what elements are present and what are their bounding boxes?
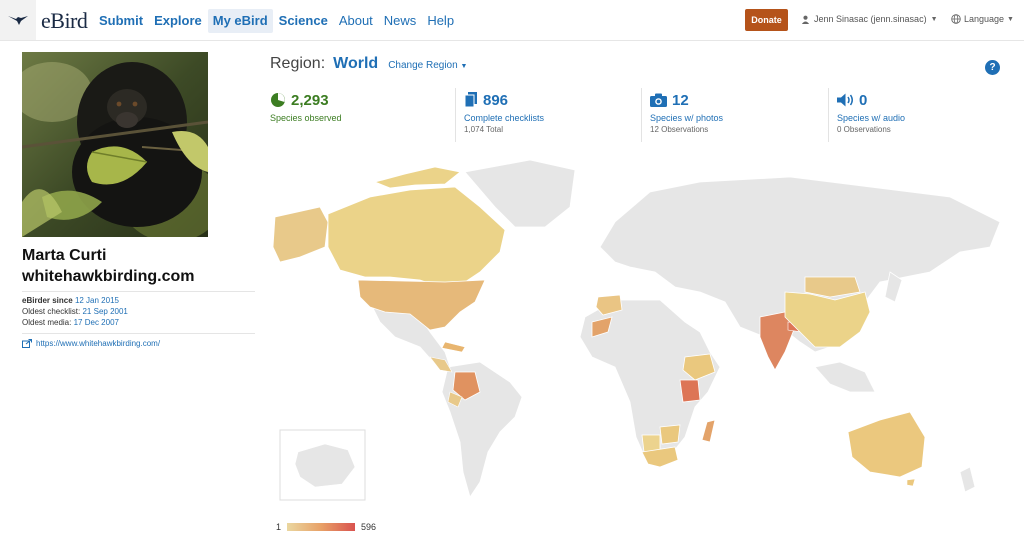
map-usa: [357, 279, 486, 331]
nav-about[interactable]: About: [334, 9, 378, 33]
map-canada-islands: [373, 166, 461, 189]
ebird-logo-icon[interactable]: [0, 0, 36, 40]
map-canada: [327, 186, 506, 288]
map-kenya: [679, 379, 701, 403]
map-madagascar: [701, 419, 716, 443]
language-label: Language: [964, 14, 1005, 24]
speaker-icon: [837, 93, 853, 107]
globe-icon: [951, 14, 961, 24]
checklist-icon: [464, 92, 477, 108]
nav-help[interactable]: Help: [422, 9, 459, 33]
audio-count: 0: [859, 91, 868, 109]
profile-photo: [22, 52, 208, 237]
ebirder-since: eBirder since 12 Jan 2015: [22, 296, 119, 305]
species-label: Species observed: [270, 113, 342, 123]
species-count: 2,293: [291, 91, 329, 109]
website-url: https://www.whitehawkbirding.com/: [36, 339, 161, 348]
photo-observations: 12 Observations: [650, 125, 709, 134]
legend-min: 1: [276, 522, 282, 532]
oldest-media-link[interactable]: 17 Dec 2007: [74, 318, 119, 327]
divider: [22, 333, 255, 334]
map-tasmania: [906, 478, 916, 487]
nav-submit[interactable]: Submit: [94, 9, 148, 33]
chevron-down-icon: ▼: [1007, 15, 1014, 23]
user-icon: [801, 15, 810, 24]
website-link[interactable]: https://www.whitehawkbirding.com/: [22, 339, 160, 348]
stat-photos[interactable]: 12 Species w/ photos 12 Observations: [641, 88, 827, 142]
stats-row: 2,293 Species observed 896 Complete chec…: [262, 88, 1008, 142]
top-navigation-bar: eBird Submit Explore My eBird Science Ab…: [0, 0, 1024, 41]
map-alaska: [272, 206, 329, 263]
main-nav: Submit Explore My eBird Science About Ne…: [94, 9, 460, 33]
external-link-icon: [22, 339, 32, 348]
oldest-media: Oldest media: 17 Dec 2007: [22, 318, 119, 327]
camera-icon: [650, 93, 667, 107]
nav-news[interactable]: News: [379, 9, 422, 33]
nav-science[interactable]: Science: [274, 9, 333, 33]
profile-name: Marta Curti: [22, 247, 107, 264]
audio-label: Species w/ audio: [837, 113, 906, 123]
map-new-zealand: [959, 466, 976, 493]
profile-website-name: whitehawkbirding.com: [22, 268, 195, 285]
checklist-total: 1,074 Total: [464, 125, 503, 134]
user-name: Jenn Sinasac (jenn.sinasac): [814, 14, 927, 24]
map-se-asia: [814, 361, 876, 393]
stat-checklists[interactable]: 896 Complete checklists 1,074 Total: [455, 88, 640, 142]
oldest-media-label: Oldest media:: [22, 318, 72, 327]
since-label: eBirder since: [22, 296, 73, 305]
user-menu[interactable]: Jenn Sinasac (jenn.sinasac) ▼: [801, 14, 938, 24]
oldest-checklist-link[interactable]: 21 Sep 2001: [82, 307, 127, 316]
region-label: Region:: [270, 55, 326, 72]
divider: [22, 291, 255, 292]
oldest-checklist-label: Oldest checklist:: [22, 307, 81, 316]
checklist-label: Complete checklists: [464, 113, 545, 123]
map-australia: [847, 411, 926, 478]
map-caribbean: [441, 341, 466, 353]
photo-count: 12: [672, 91, 689, 109]
map-legend: 1 596: [276, 522, 376, 532]
region-selector: Region: World Change Region ▼: [270, 55, 467, 73]
since-value: 12 Jan 2015: [74, 296, 119, 305]
stat-species[interactable]: 2,293 Species observed: [262, 88, 454, 142]
nav-explore[interactable]: Explore: [149, 9, 207, 33]
help-icon[interactable]: ?: [985, 60, 1000, 75]
brand-wordmark[interactable]: eBird: [41, 8, 88, 34]
photo-label: Species w/ photos: [650, 113, 724, 123]
chevron-down-icon: ▼: [930, 15, 938, 23]
species-pie-icon: [271, 93, 285, 107]
world-map[interactable]: [270, 152, 1010, 520]
nav-my-ebird[interactable]: My eBird: [207, 9, 273, 33]
map-zimbabwe: [659, 424, 681, 445]
region-value: World: [333, 55, 379, 72]
change-region-button[interactable]: Change Region ▼: [388, 60, 467, 71]
legend-gradient: [287, 523, 356, 531]
audio-observations: 0 Observations: [837, 125, 891, 134]
language-menu[interactable]: Language ▼: [951, 14, 1014, 24]
donate-button[interactable]: Donate: [745, 9, 788, 31]
stat-audio[interactable]: 0 Species w/ audio 0 Observations: [828, 88, 1008, 142]
oldest-checklist: Oldest checklist: 21 Sep 2001: [22, 307, 128, 316]
checklist-count: 896: [483, 91, 509, 109]
legend-max: 596: [361, 522, 377, 532]
map-antarctica: [294, 443, 356, 488]
